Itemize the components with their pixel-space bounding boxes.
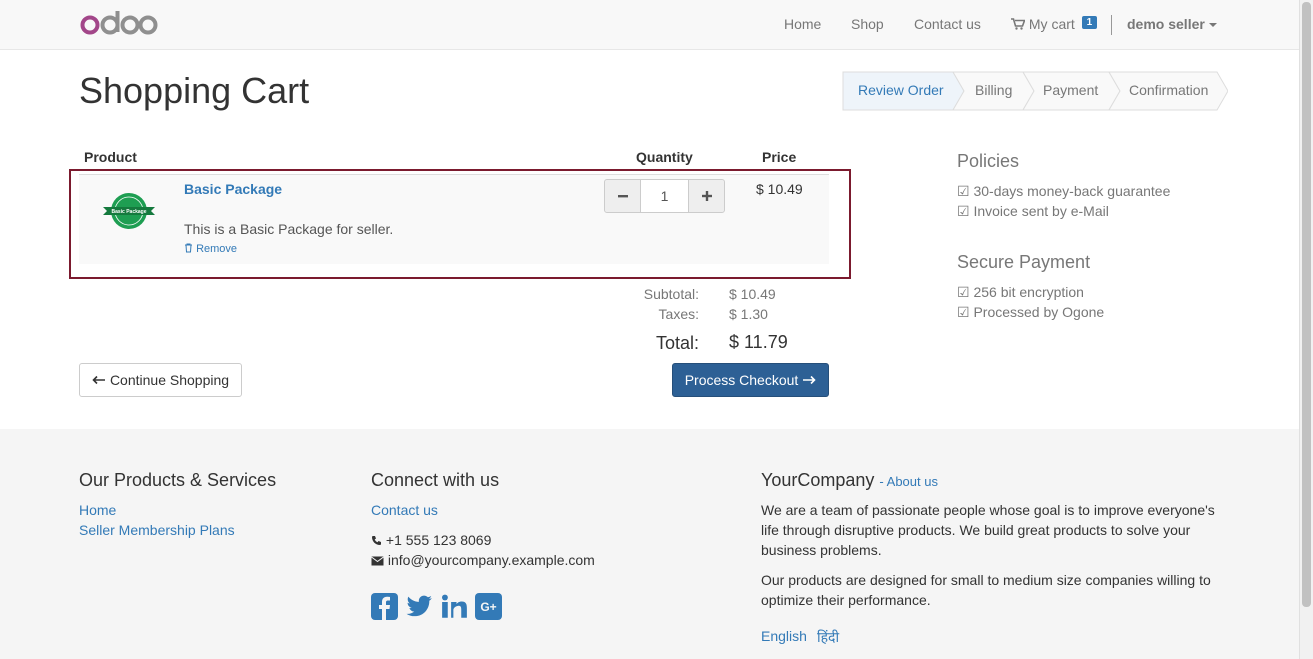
secure-item: ☑ Processed by Ogone	[957, 304, 1105, 320]
column-header-quantity: Quantity	[636, 149, 693, 165]
footer-phone: +1 555 123 8069	[371, 530, 491, 550]
process-checkout-button[interactable]: Process Checkout	[672, 363, 829, 397]
envelope-icon	[371, 552, 384, 568]
footer-contact-link[interactable]: Contact us	[371, 502, 438, 518]
policy-item: ☑ 30-days money-back guarantee	[957, 183, 1171, 199]
about-us-link[interactable]: - About us	[879, 474, 938, 489]
remove-label: Remove	[196, 243, 238, 255]
product-description: This is a Basic Package for seller.	[184, 221, 394, 237]
top-navbar: Home Shop Contact us My cart 1 demo sell…	[0, 0, 1299, 50]
footer-connect-heading: Connect with us	[371, 470, 500, 490]
increase-quantity-button[interactable]	[688, 179, 725, 213]
nav-shop-link[interactable]: Shop	[851, 16, 884, 32]
continue-shopping-button[interactable]: Continue Shopping	[79, 363, 242, 397]
continue-shopping-label: Continue Shopping	[109, 372, 230, 388]
total-label: Total:	[655, 333, 699, 353]
svg-text:Basic Package: Basic Package	[111, 209, 146, 215]
footer-membership-link[interactable]: Seller Membership Plans	[79, 522, 235, 538]
arrow-left-icon	[92, 372, 110, 388]
language-english-link[interactable]: English	[761, 628, 807, 644]
user-name: demo seller	[1127, 16, 1205, 32]
nav-contact-link[interactable]: Contact us	[914, 16, 981, 32]
check-box-icon: ☑	[957, 304, 970, 320]
scrollbar-thumb[interactable]	[1302, 2, 1311, 607]
process-checkout-label: Process Checkout	[684, 372, 799, 388]
product-image[interactable]: Basic Package	[101, 190, 157, 235]
company-name: YourCompany	[761, 470, 875, 490]
vertical-scrollbar[interactable]	[1299, 0, 1313, 659]
nav-divider	[1111, 15, 1112, 35]
product-price: $ 10.49	[756, 181, 803, 197]
check-box-icon: ☑	[957, 183, 970, 199]
footer-products-heading: Our Products & Services	[79, 470, 277, 490]
policies-heading: Policies	[957, 151, 1020, 171]
cart-count-badge: 1	[1081, 16, 1098, 29]
plus-icon	[701, 191, 712, 201]
decrease-quantity-button[interactable]	[604, 179, 641, 213]
svg-text:G+: G+	[480, 600, 496, 614]
check-box-icon: ☑	[957, 284, 970, 300]
cart-label: My cart	[1028, 16, 1075, 32]
secure-item: ☑ 256 bit encryption	[957, 284, 1084, 300]
column-header-product: Product	[84, 149, 137, 165]
remove-link[interactable]: Remove	[184, 243, 237, 255]
footer-home-link[interactable]: Home	[79, 502, 116, 518]
wizard-step-payment[interactable]: Payment	[1043, 82, 1098, 98]
facebook-icon[interactable]	[371, 593, 398, 623]
taxes-label: Taxes:	[658, 306, 699, 322]
wizard-step-confirmation[interactable]: Confirmation	[1129, 82, 1208, 98]
odoo-logo[interactable]	[80, 8, 158, 45]
page-title: Shopping Cart	[79, 70, 310, 111]
check-box-icon: ☑	[957, 203, 970, 219]
arrow-right-icon	[798, 372, 816, 388]
phone-icon	[371, 532, 382, 548]
google-plus-icon[interactable]: G+	[475, 593, 502, 623]
trash-icon	[184, 243, 196, 255]
total-value: $ 11.79	[729, 332, 788, 352]
wizard-step-review-order[interactable]: Review Order	[858, 82, 944, 98]
quantity-input[interactable]	[641, 179, 688, 213]
user-menu-dropdown[interactable]: demo seller	[1127, 16, 1217, 32]
quantity-stepper	[604, 179, 725, 213]
caret-down-icon	[1208, 23, 1217, 28]
subtotal-label: Subtotal:	[643, 286, 699, 302]
minus-icon	[617, 195, 628, 198]
footer-email: info@yourcompany.example.com	[371, 550, 595, 570]
twitter-icon[interactable]	[406, 593, 433, 623]
nav-home-link[interactable]: Home	[784, 16, 821, 32]
column-header-price: Price	[762, 149, 797, 165]
wizard-step-billing[interactable]: Billing	[975, 82, 1012, 98]
about-paragraph-2: Our products are designed for small to m…	[761, 572, 1211, 608]
cart-icon	[1011, 16, 1029, 32]
nav-cart-link[interactable]: My cart 1	[1011, 16, 1098, 33]
language-hindi-link[interactable]: हिंदी	[817, 628, 839, 647]
about-paragraph-1: We are a team of passionate people whose…	[761, 502, 1215, 558]
secure-payment-heading: Secure Payment	[957, 252, 1091, 272]
subtotal-value: $ 10.49	[729, 286, 776, 302]
checkout-wizard: Review Order Billing Payment Confirmatio…	[842, 71, 1228, 111]
policy-item: ☑ Invoice sent by e-Mail	[957, 203, 1109, 219]
taxes-value: $ 1.30	[729, 306, 768, 322]
product-name-link[interactable]: Basic Package	[184, 181, 282, 197]
linkedin-icon[interactable]	[441, 593, 468, 623]
footer-company-heading: YourCompany - About us	[761, 470, 938, 491]
